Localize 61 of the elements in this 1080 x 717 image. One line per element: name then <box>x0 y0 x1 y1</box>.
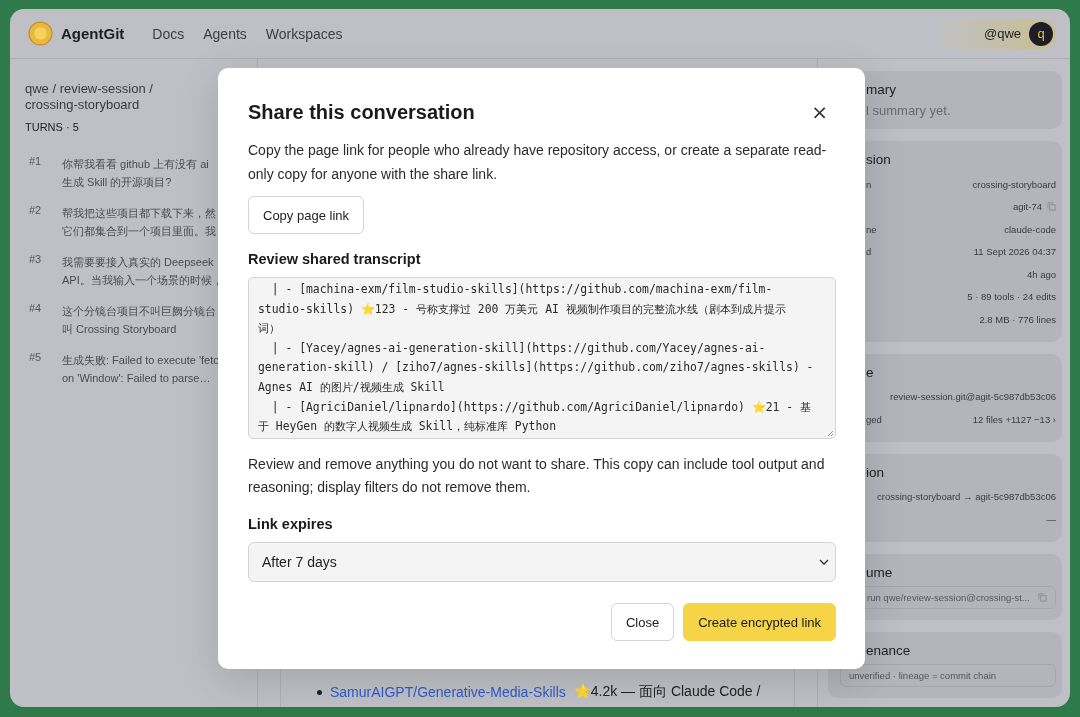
row-value: — <box>1046 513 1056 525</box>
copy-icon[interactable] <box>1038 592 1047 602</box>
turn-text: 我需要要接入真实的 Deepseek <box>62 255 215 270</box>
row-value: agit-74 <box>1012 201 1042 213</box>
turn-text: 这个分镜台项目不叫巨阙分镜台 <box>62 304 216 319</box>
copy-icon[interactable] <box>1047 202 1056 212</box>
close-dialog-button[interactable]: Close <box>610 603 675 641</box>
panel-title: ume <box>866 564 894 580</box>
turn-text: 叫 Crossing Storyboard <box>62 322 178 337</box>
turn-text: 帮我把这些项目都下载下来，然 <box>62 206 216 221</box>
transcript-field[interactable]: | - [machina-exm/film-studio-skills](https://github.com/machina-exm/film- studio-skills) ⭐123 - 号称支撑过 200 万美元 AI 视频制作项目的完整流水线（剧本到成片提示 词） | - [Yacey/agnes-ai-generation-skill](https://github.com/Yacey/agnes-ai- generation-skill) / [ziho7/agnes-skills](https://github.com/ziho7/agnes-skills) - Agnes AI 的图片/视频生成 Skill | - [AgriciDaniel/lipnardo](https://github.com/AgriciDaniel/lipnardo) ⭐21 - 基 于 HeyGen 的数字人视频生成 Skill，纯标准库 Python <box>248 277 836 439</box>
turn-count: TURNS · 5 <box>25 121 80 133</box>
turn-number: #5 <box>28 351 43 365</box>
row-label: ged <box>866 413 882 425</box>
row-label: ne <box>866 223 877 235</box>
turn-text: 生成失败: Failed to execute 'fetc <box>62 353 219 368</box>
row-label: n <box>866 178 872 190</box>
repo-description: ⭐4.2k — 面向 Claude Code / <box>573 683 761 701</box>
close-button[interactable]: × <box>803 100 836 124</box>
row-value: 5 · 89 tools · 24 edits <box>967 291 1056 303</box>
logo-icon[interactable] <box>28 21 53 46</box>
panel-title: mary <box>866 82 897 97</box>
row-value: 12 files +1127 −13 › <box>972 413 1056 425</box>
turn-text: API。当我输入一个场景的时候， <box>62 273 223 288</box>
session-path: qwe / review-session / crossing-storyboard <box>25 81 154 113</box>
nav-link[interactable]: Docs <box>152 25 185 42</box>
expiry-select[interactable]: After 7 days <box>248 542 836 582</box>
panel-note: l summary yet. <box>866 103 952 118</box>
dialog-description: Copy the page link for people who already have repository access, or create a separate read-only copy for anyone with the share link. <box>248 141 828 184</box>
resize-grip-icon[interactable] <box>826 429 834 437</box>
expires-label: Link expires <box>248 516 334 532</box>
row-value: 4h ago <box>1026 268 1056 280</box>
turn-text: on 'Window': Failed to parse… <box>62 371 212 386</box>
panel-title: enance <box>866 642 912 658</box>
brand-name[interactable]: AgentGit <box>61 25 125 42</box>
row-value: review-session.git@agit-5c987db53c06 <box>890 391 1056 403</box>
create-link-button[interactable]: Create encrypted link <box>683 603 836 641</box>
turn-number: #4 <box>28 302 43 316</box>
row-value: 11 Sept 2026 04:37 <box>973 246 1056 258</box>
turn-text: 你帮我看看 github 上有没有 ai <box>62 157 209 172</box>
turn-number: #2 <box>28 204 43 218</box>
row-value: claude-code <box>1004 223 1056 235</box>
panel-title: e <box>866 364 875 380</box>
turn-number: #1 <box>28 155 43 169</box>
nav-link[interactable]: Agents <box>203 25 247 42</box>
panel-title: sion <box>866 152 892 167</box>
row-value: crossing-storyboard → agit-5c987db53c06 <box>877 491 1056 503</box>
turn-text: 生成 Skill 的开源项目? <box>62 175 173 190</box>
turn-number: #3 <box>28 253 43 267</box>
row-value: 2.8 MB · 776 lines <box>979 313 1056 325</box>
warning-text: Review and remove anything you do not want to share. This copy can include tool output and reasoning; display filters do not remove them. <box>248 455 826 497</box>
row-value: crossing-storyboard <box>972 178 1056 190</box>
turn-text: 它们都集合到一个项目里面。我 <box>62 224 216 239</box>
panel-title: ion <box>866 464 885 480</box>
row-label: d <box>866 246 872 258</box>
copy-link-button[interactable]: Copy page link <box>248 196 364 234</box>
dialog-title: Share this conversation <box>248 100 475 124</box>
bullet-icon <box>317 689 322 695</box>
nav-link[interactable]: Workspaces <box>265 25 343 42</box>
caret-icon <box>819 559 829 565</box>
transcript-label: Review shared transcript <box>248 251 422 267</box>
